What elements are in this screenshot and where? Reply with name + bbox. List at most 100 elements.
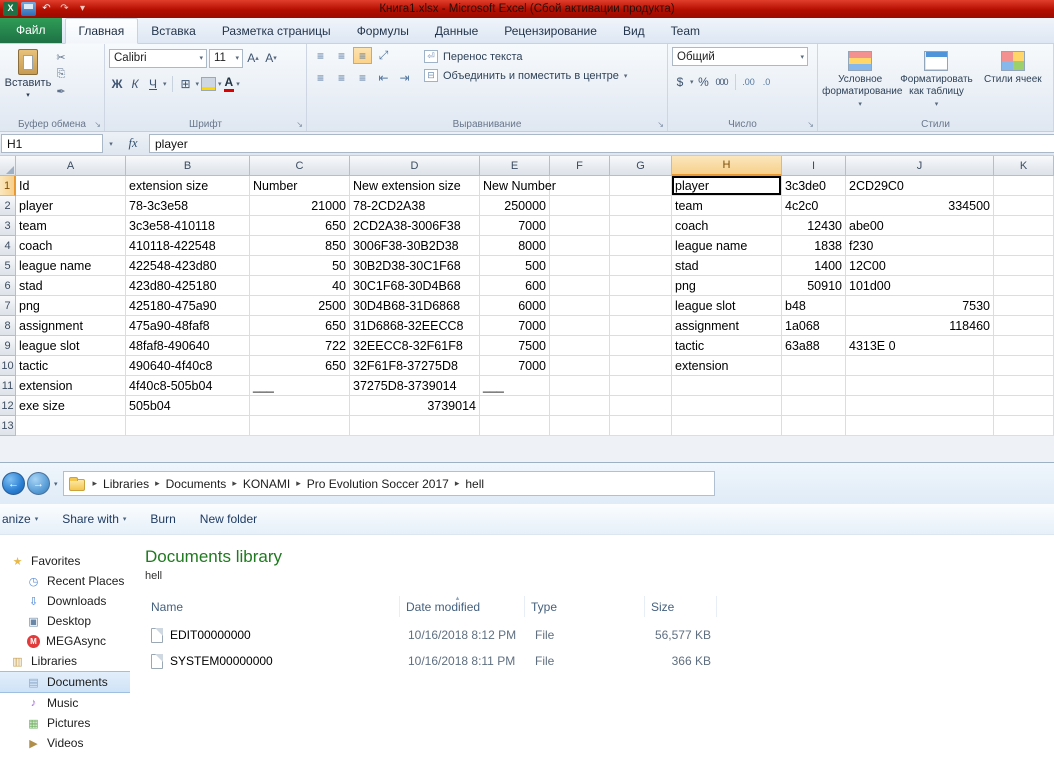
- breadcrumb-libraries[interactable]: Libraries: [103, 477, 149, 491]
- cell-D11[interactable]: 37275D8-3739014: [350, 376, 480, 396]
- cell-I10[interactable]: [782, 356, 846, 376]
- cell-K1[interactable]: [994, 176, 1054, 196]
- cell-J7[interactable]: 7530: [846, 296, 994, 316]
- font-size-select[interactable]: 11 ▾: [209, 48, 243, 68]
- save-icon[interactable]: [21, 2, 36, 16]
- cell-A9[interactable]: league slot: [16, 336, 126, 356]
- cell-A1[interactable]: Id: [16, 176, 126, 196]
- row-header-13[interactable]: 13: [0, 416, 16, 436]
- cell-K2[interactable]: [994, 196, 1054, 216]
- cell-D10[interactable]: 32F61F8-37275D8: [350, 356, 480, 376]
- currency-dropdown-icon[interactable]: ▾: [690, 78, 694, 86]
- forward-button[interactable]: →: [27, 472, 50, 495]
- cell-G1[interactable]: [610, 176, 672, 196]
- increase-font-size-icon[interactable]: А ▴: [245, 50, 261, 67]
- column-header-size[interactable]: Size: [645, 596, 717, 617]
- cell-F8[interactable]: [550, 316, 610, 336]
- ribbon-tab-data[interactable]: Данные: [422, 19, 491, 43]
- cell-A2[interactable]: player: [16, 196, 126, 216]
- cell-F11[interactable]: [550, 376, 610, 396]
- cell-J5[interactable]: 12C00: [846, 256, 994, 276]
- cell-C12[interactable]: [250, 396, 350, 416]
- cell-G5[interactable]: [610, 256, 672, 276]
- cell-D3[interactable]: 2CD2A38-3006F38: [350, 216, 480, 236]
- column-header-K[interactable]: K: [994, 156, 1054, 176]
- cell-E10[interactable]: 7000: [480, 356, 550, 376]
- merge-center-button[interactable]: ⊟ Объединить и поместить в центре ▾: [424, 69, 627, 82]
- sidebar-item-pictures[interactable]: ▦ Pictures: [0, 713, 130, 733]
- clipboard-dialog-launcher-icon[interactable]: ↘: [94, 121, 101, 129]
- cell-K10[interactable]: [994, 356, 1054, 376]
- align-center-icon[interactable]: ≡: [332, 69, 351, 86]
- cut-icon[interactable]: ✂: [52, 51, 70, 64]
- sidebar-item-videos[interactable]: ▶ Videos: [0, 733, 130, 753]
- name-box-dropdown-icon[interactable]: ▾: [105, 140, 117, 148]
- cell-H11[interactable]: [672, 376, 782, 396]
- cell-H4[interactable]: league name: [672, 236, 782, 256]
- cell-A4[interactable]: coach: [16, 236, 126, 256]
- cell-I11[interactable]: [782, 376, 846, 396]
- underline-dropdown-icon[interactable]: ▾: [163, 80, 167, 88]
- cell-D5[interactable]: 30B2D38-30C1F68: [350, 256, 480, 276]
- cell-K4[interactable]: [994, 236, 1054, 256]
- cell-H13[interactable]: [672, 416, 782, 436]
- cell-K13[interactable]: [994, 416, 1054, 436]
- cell-A11[interactable]: extension: [16, 376, 126, 396]
- column-header-name[interactable]: Name: [145, 596, 400, 617]
- cell-E6[interactable]: 600: [480, 276, 550, 296]
- cell-B12[interactable]: 505b04: [126, 396, 250, 416]
- cell-H1[interactable]: player: [672, 176, 782, 196]
- cell-K8[interactable]: [994, 316, 1054, 336]
- cell-G12[interactable]: [610, 396, 672, 416]
- cell-G8[interactable]: [610, 316, 672, 336]
- column-header-J[interactable]: J: [846, 156, 994, 176]
- borders-dropdown-icon[interactable]: ▾: [196, 80, 200, 88]
- increase-indent-icon[interactable]: ⇥: [395, 69, 414, 86]
- cell-B5[interactable]: 422548-423d80: [126, 256, 250, 276]
- cell-D1[interactable]: New extension size: [350, 176, 480, 196]
- font-color-dropdown-icon[interactable]: ▾: [236, 80, 240, 88]
- cell-I5[interactable]: 1400: [782, 256, 846, 276]
- cell-D2[interactable]: 78-2CD2A38: [350, 196, 480, 216]
- cell-C9[interactable]: 722: [250, 336, 350, 356]
- name-box[interactable]: H1: [1, 134, 103, 153]
- select-all-corner[interactable]: [0, 156, 16, 176]
- cell-C11[interactable]: ___: [250, 376, 350, 396]
- cell-G4[interactable]: [610, 236, 672, 256]
- cell-C6[interactable]: 40: [250, 276, 350, 296]
- wrap-text-button[interactable]: ⏎ Перенос текста: [424, 50, 627, 63]
- cell-A6[interactable]: stad: [16, 276, 126, 296]
- styles-button-стили-ячеек[interactable]: Стили ячеек: [975, 47, 1051, 108]
- cell-F10[interactable]: [550, 356, 610, 376]
- decrease-font-size-icon[interactable]: А ▾: [263, 50, 279, 67]
- cell-B6[interactable]: 423d80-425180: [126, 276, 250, 296]
- font-dialog-launcher-icon[interactable]: ↘: [296, 121, 303, 129]
- cell-G11[interactable]: [610, 376, 672, 396]
- cell-A5[interactable]: league name: [16, 256, 126, 276]
- bold-button[interactable]: Ж: [109, 76, 125, 93]
- cell-G6[interactable]: [610, 276, 672, 296]
- cell-C8[interactable]: 650: [250, 316, 350, 336]
- row-header-11[interactable]: 11: [0, 376, 16, 396]
- cell-F5[interactable]: [550, 256, 610, 276]
- cell-E7[interactable]: 6000: [480, 296, 550, 316]
- cell-D9[interactable]: 32EECC8-32F61F8: [350, 336, 480, 356]
- cell-I6[interactable]: 50910: [782, 276, 846, 296]
- cell-A8[interactable]: assignment: [16, 316, 126, 336]
- cell-H12[interactable]: [672, 396, 782, 416]
- cell-D8[interactable]: 31D6868-32EECC8: [350, 316, 480, 336]
- cell-H5[interactable]: stad: [672, 256, 782, 276]
- column-header-F[interactable]: F: [550, 156, 610, 176]
- cell-B11[interactable]: 4f40c8-505b04: [126, 376, 250, 396]
- cell-G13[interactable]: [610, 416, 672, 436]
- cell-F13[interactable]: [550, 416, 610, 436]
- cell-A13[interactable]: [16, 416, 126, 436]
- cell-I9[interactable]: 63a88: [782, 336, 846, 356]
- cell-H2[interactable]: team: [672, 196, 782, 216]
- orientation-icon[interactable]: ⤢: [374, 47, 393, 64]
- cell-G10[interactable]: [610, 356, 672, 376]
- cell-J9[interactable]: 4313E 0: [846, 336, 994, 356]
- cell-H9[interactable]: tactic: [672, 336, 782, 356]
- cell-B1[interactable]: extension size: [126, 176, 250, 196]
- cell-F9[interactable]: [550, 336, 610, 356]
